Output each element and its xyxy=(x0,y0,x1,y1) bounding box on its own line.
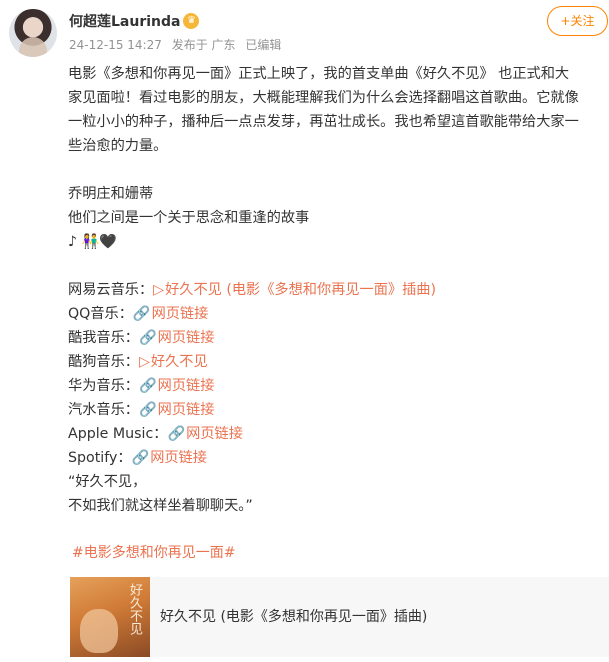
platform-label: 酷我音乐： xyxy=(68,330,139,346)
post-source: 发布于 广东 xyxy=(171,38,236,52)
music-link-row-spotify: Spotify：🔗网页链接 xyxy=(68,446,608,470)
music-link-row-huawei: 华为音乐：🔗网页链接 xyxy=(68,374,608,398)
platform-label: 网易云音乐： xyxy=(68,282,154,298)
music-link-text[interactable]: 网页链接 xyxy=(150,450,207,466)
music-link-text[interactable]: 网页链接 xyxy=(158,378,215,394)
paragraph-line: 些治愈的力量。 xyxy=(68,138,168,154)
story-line: 他们之间是一个关于思念和重逢的故事 xyxy=(68,210,310,226)
link-icon: 🔗 xyxy=(167,426,186,442)
names-line: 乔明庄和姗蒂 xyxy=(68,186,154,202)
music-link[interactable]: 🔗网页链接 xyxy=(167,426,242,442)
platform-label: QQ音乐： xyxy=(68,306,133,322)
link-icon: 🔗 xyxy=(138,330,157,346)
card-title[interactable]: 好久不见 (电影《多想和你再见一面》插曲) xyxy=(160,606,427,626)
music-link[interactable]: ▷好久不见 (电影《多想和你再见一面》插曲) xyxy=(153,282,436,298)
music-link-row-qq: QQ音乐：🔗网页链接 xyxy=(68,302,608,326)
album-cover-image: 好久不见 xyxy=(70,577,150,657)
quote-line: “好久不见， xyxy=(68,474,147,490)
quote-line: 不如我们就这样坐着聊聊天。” xyxy=(68,498,253,514)
edited-label[interactable]: 已编辑 xyxy=(245,38,281,52)
username-text[interactable]: 何超莲Laurinda xyxy=(69,14,180,30)
paragraph-line: 一粒小小的种子，播种后一点点发芽，再茁壮成长。我也希望這首歌能带给大家一 xyxy=(68,114,579,130)
follow-button[interactable]: +关注 xyxy=(547,6,608,36)
music-link[interactable]: 🔗网页链接 xyxy=(139,378,214,394)
music-link-row-qishui: 汽水音乐：🔗网页链接 xyxy=(68,398,608,422)
music-link-text[interactable]: 好久不见 xyxy=(151,354,208,370)
platform-label: 华为音乐： xyxy=(68,378,139,394)
music-link[interactable]: 🔗网页链接 xyxy=(133,306,208,322)
paragraph-line: 家见面啦！看过电影的朋友，大概能理解我们为什么会选择翻唱这首歌曲。它就像 xyxy=(68,90,579,106)
music-link[interactable]: 🔗网页链接 xyxy=(139,330,214,346)
platform-label: Spotify： xyxy=(68,450,132,466)
music-link-row-kugou: 酷狗音乐：▷好久不见 xyxy=(68,350,608,374)
avatar[interactable] xyxy=(9,9,57,57)
paragraph-line: 电影《多想和你再见一面》正式上映了，我的首支单曲《好久不见》 也正式和大 xyxy=(68,66,570,82)
link-icon: 🔗 xyxy=(138,402,157,418)
music-link-row-netease: 网易云音乐：▷好久不见 (电影《多想和你再见一面》插曲) xyxy=(68,278,608,302)
music-link-text[interactable]: 网页链接 xyxy=(152,306,209,322)
music-link[interactable]: 🔗网页链接 xyxy=(132,450,207,466)
post-meta: 24-12-15 14:27 发布于 广东 已编辑 xyxy=(69,36,287,53)
music-link-row-kuwo: 酷我音乐：🔗网页链接 xyxy=(68,326,608,350)
music-link[interactable]: 🔗网页链接 xyxy=(139,402,214,418)
play-icon: ▷ xyxy=(138,354,150,370)
music-link[interactable]: ▷好久不见 xyxy=(139,354,208,370)
emoji-line: ♪ 👫🖤 xyxy=(68,234,117,250)
platform-label: Apple Music： xyxy=(68,426,168,442)
crown-badge-icon: ♛ xyxy=(183,13,200,29)
topic-hashtag[interactable]: #电影多想和你再见一面# xyxy=(72,542,235,562)
username[interactable]: 何超莲Laurinda ♛ xyxy=(69,11,200,31)
music-card[interactable]: 好久不见 好久不见 (电影《多想和你再见一面》插曲) xyxy=(70,577,609,657)
music-link-text[interactable]: 好久不见 (电影《多想和你再见一面》插曲) xyxy=(165,282,436,298)
music-link-text[interactable]: 网页链接 xyxy=(158,330,215,346)
cover-text: 好久不见 xyxy=(127,583,142,635)
platform-label: 汽水音乐： xyxy=(68,402,139,418)
music-link-row-apple: Apple Music：🔗网页链接 xyxy=(68,422,608,446)
link-icon: 🔗 xyxy=(131,450,150,466)
music-link-text[interactable]: 网页链接 xyxy=(186,426,243,442)
timestamp[interactable]: 24-12-15 14:27 xyxy=(69,38,162,52)
cover-figure xyxy=(80,609,118,653)
platform-label: 酷狗音乐： xyxy=(68,354,139,370)
link-icon: 🔗 xyxy=(132,306,151,322)
link-icon: 🔗 xyxy=(138,378,157,394)
music-link-text[interactable]: 网页链接 xyxy=(158,402,215,418)
post-content: 电影《多想和你再见一面》正式上映了，我的首支单曲《好久不见》 也正式和大 家见面… xyxy=(68,62,608,518)
play-icon: ▷ xyxy=(153,282,165,298)
